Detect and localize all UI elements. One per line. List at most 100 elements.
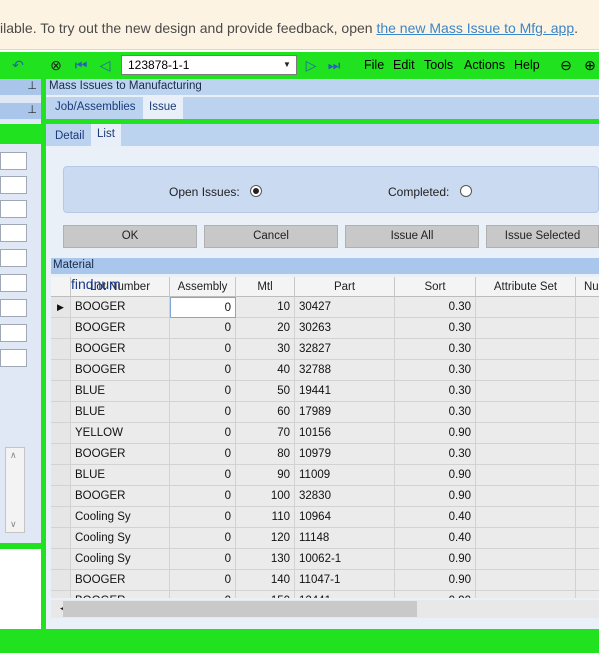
row-selector[interactable]: [51, 528, 71, 549]
cell-attribute-set[interactable]: [476, 381, 576, 402]
cell-num[interactable]: [576, 297, 599, 318]
cell-sort[interactable]: 0.90: [395, 591, 476, 598]
back-icon[interactable]: ⊖: [557, 56, 575, 74]
menu-edit[interactable]: Edit: [393, 58, 415, 72]
cell-assembly[interactable]: 0: [170, 549, 236, 570]
cell-part[interactable]: 11009: [295, 465, 395, 486]
issue-selected-button[interactable]: Issue Selected: [486, 225, 599, 248]
row-selector[interactable]: [51, 339, 71, 360]
cell-sort[interactable]: 0.40: [395, 507, 476, 528]
cell-part[interactable]: 10062-1: [295, 549, 395, 570]
binoculars-icon[interactable]: ⊗: [47, 56, 65, 74]
cell-sort[interactable]: 0.90: [395, 549, 476, 570]
left-field[interactable]: [0, 324, 27, 342]
menu-help[interactable]: Help: [514, 58, 540, 72]
cell-sort[interactable]: 0.30: [395, 318, 476, 339]
cell-mtl[interactable]: 40: [236, 360, 295, 381]
tab-job-assemblies[interactable]: Job/Assemblies: [55, 101, 136, 113]
cell-part[interactable]: 19441: [295, 381, 395, 402]
issue-all-button[interactable]: Issue All: [345, 225, 479, 248]
chevron-down-icon[interactable]: ∨: [10, 519, 17, 530]
cell-num[interactable]: [576, 570, 599, 591]
cell-num[interactable]: [576, 318, 599, 339]
menu-file[interactable]: File: [364, 58, 384, 72]
cell-lot-number[interactable]: BLUE: [71, 465, 170, 486]
left-field[interactable]: [0, 349, 27, 367]
left-scrollbar[interactable]: ∧ ∨: [5, 447, 25, 533]
cell-sort[interactable]: 0.30: [395, 402, 476, 423]
left-field[interactable]: [0, 249, 27, 267]
cell-mtl[interactable]: 10: [236, 297, 295, 318]
row-selector[interactable]: [51, 360, 71, 381]
cell-lot-number[interactable]: BOOGER: [71, 486, 170, 507]
col-num[interactable]: Nu: [576, 277, 599, 297]
left-field[interactable]: [0, 176, 27, 194]
cell-attribute-set[interactable]: [476, 423, 576, 444]
cell-lot-number[interactable]: BOOGER: [71, 318, 170, 339]
row-selector[interactable]: ▶: [51, 297, 71, 318]
cell-mtl[interactable]: 70: [236, 423, 295, 444]
cell-lot-number[interactable]: BOOGER: [71, 297, 170, 318]
cell-num[interactable]: [576, 381, 599, 402]
cell-assembly[interactable]: 0: [170, 528, 236, 549]
chevron-down-icon[interactable]: ▼: [280, 57, 294, 73]
cell-part[interactable]: 32827: [295, 339, 395, 360]
cell-assembly[interactable]: 0: [170, 339, 236, 360]
cell-num[interactable]: [576, 591, 599, 598]
cell-part[interactable]: 11047-1: [295, 570, 395, 591]
new-app-link[interactable]: the new Mass Issue to Mfg. app: [376, 20, 574, 36]
first-record-icon[interactable]: ⏮: [73, 56, 89, 74]
cell-num[interactable]: [576, 549, 599, 570]
prev-record-icon[interactable]: ◁: [97, 56, 113, 74]
cell-part[interactable]: 10964: [295, 507, 395, 528]
row-selector[interactable]: [51, 591, 71, 598]
cell-attribute-set[interactable]: [476, 570, 576, 591]
cell-num[interactable]: [576, 528, 599, 549]
left-field[interactable]: [0, 152, 27, 170]
next-record-icon[interactable]: ▷: [303, 56, 319, 74]
cell-attribute-set[interactable]: [476, 402, 576, 423]
menu-actions[interactable]: Actions: [464, 58, 505, 72]
cell-assembly[interactable]: 0: [170, 570, 236, 591]
cell-mtl[interactable]: 100: [236, 486, 295, 507]
cell-part[interactable]: 10979: [295, 444, 395, 465]
cell-sort[interactable]: 0.90: [395, 570, 476, 591]
tab-list[interactable]: List: [91, 124, 121, 146]
cell-mtl[interactable]: 80: [236, 444, 295, 465]
cell-part[interactable]: 12441: [295, 591, 395, 598]
cell-attribute-set[interactable]: [476, 591, 576, 598]
col-attribute-set[interactable]: Attribute Set: [476, 277, 576, 297]
col-sort[interactable]: Sort: [395, 277, 476, 297]
cell-lot-number[interactable]: BOOGER: [71, 591, 170, 598]
cell-num[interactable]: [576, 423, 599, 444]
completed-radio[interactable]: [460, 185, 472, 197]
row-selector[interactable]: [51, 381, 71, 402]
tab-detail[interactable]: Detail: [55, 130, 84, 142]
cell-assembly[interactable]: 0: [170, 402, 236, 423]
cell-sort[interactable]: 0.90: [395, 423, 476, 444]
pin-icon[interactable]: ⊥: [27, 79, 37, 92]
cell-assembly[interactable]: 0: [170, 381, 236, 402]
cell-part[interactable]: 30263: [295, 318, 395, 339]
row-selector[interactable]: [51, 465, 71, 486]
row-selector[interactable]: [51, 486, 71, 507]
cell-attribute-set[interactable]: [476, 360, 576, 381]
job-combo[interactable]: 123878-1-1 ▼: [121, 55, 297, 75]
cell-assembly[interactable]: 0: [170, 507, 236, 528]
row-selector[interactable]: [51, 549, 71, 570]
cell-assembly[interactable]: 0: [170, 486, 236, 507]
row-selector[interactable]: [51, 507, 71, 528]
ok-button[interactable]: OK: [63, 225, 197, 248]
cell-assembly[interactable]: 0: [170, 318, 236, 339]
cell-attribute-set[interactable]: [476, 549, 576, 570]
cell-mtl[interactable]: 140: [236, 570, 295, 591]
cell-lot-number[interactable]: Cooling Sy: [71, 549, 170, 570]
cell-sort[interactable]: 0.30: [395, 360, 476, 381]
cell-part[interactable]: 11148: [295, 528, 395, 549]
cell-lot-number[interactable]: BOOGER: [71, 339, 170, 360]
col-assembly[interactable]: Assembly: [170, 277, 236, 297]
cell-lot-number[interactable]: BLUE: [71, 381, 170, 402]
cell-lot-number[interactable]: Cooling Sy: [71, 507, 170, 528]
cell-lot-number[interactable]: BOOGER: [71, 444, 170, 465]
tab-issue[interactable]: Issue: [143, 97, 183, 119]
